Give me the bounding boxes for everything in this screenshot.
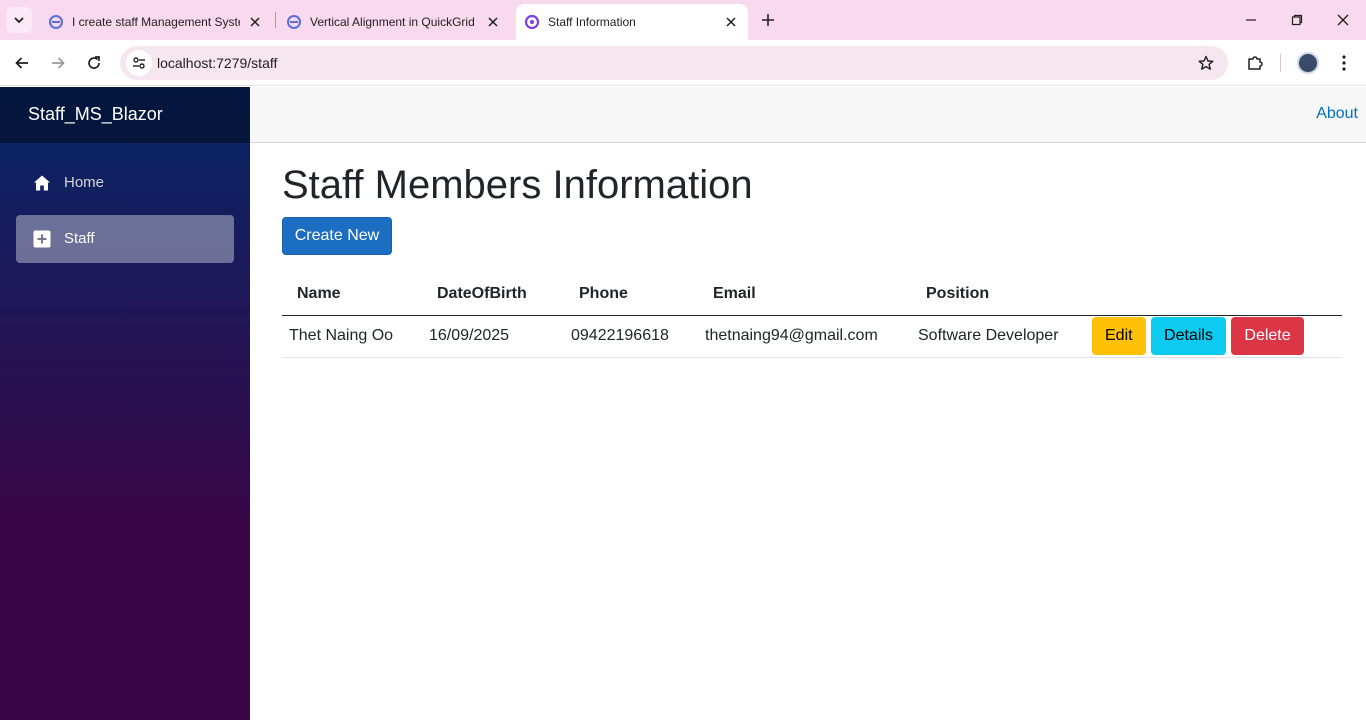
tab-title: I create staff Management Syste: [72, 15, 240, 29]
plus-icon: [762, 14, 774, 26]
home-icon: [32, 173, 52, 193]
close-icon[interactable]: [484, 13, 502, 31]
site-info-button[interactable]: [126, 50, 152, 76]
site-favicon-icon: [287, 15, 301, 29]
minimize-icon: [1246, 19, 1256, 21]
sidebar-item-home[interactable]: Home: [16, 159, 234, 207]
profile-avatar[interactable]: [1297, 52, 1319, 74]
site-favicon-icon: [49, 15, 63, 29]
restore-button[interactable]: [1285, 8, 1309, 32]
staff-table: Name DateOfBirth Phone Email Position Th…: [282, 273, 1342, 358]
tab-search-button[interactable]: [6, 7, 32, 33]
cell-dob: 16/09/2025: [422, 315, 564, 358]
edit-button[interactable]: Edit: [1092, 317, 1146, 355]
table-row: Thet Naing Oo 16/09/2025 09422196618 the…: [282, 315, 1342, 358]
minimize-button[interactable]: [1239, 8, 1263, 32]
tune-icon: [133, 57, 145, 69]
app-brand[interactable]: Staff_MS_Blazor: [28, 104, 163, 125]
bookmark-button[interactable]: [1196, 53, 1216, 73]
sidebar-item-label: Staff: [64, 230, 95, 247]
page-title: Staff Members Information: [282, 163, 753, 207]
details-button[interactable]: Details: [1151, 317, 1226, 355]
close-window-button[interactable]: [1331, 8, 1355, 32]
browser-tab[interactable]: Vertical Alignment in QuickGrid: [278, 4, 510, 40]
top-row: About: [250, 87, 1366, 143]
close-icon[interactable]: [246, 13, 264, 31]
toolbar-divider: [1280, 54, 1281, 72]
cell-name: Thet Naing Oo: [282, 315, 422, 358]
sidebar: Staff_MS_Blazor Home Staff: [0, 87, 250, 720]
plus-square-icon: [32, 229, 52, 249]
create-new-button[interactable]: Create New: [282, 217, 392, 255]
cell-email: thetnaing94@gmail.com: [698, 315, 911, 358]
chevron-down-icon: [14, 17, 24, 24]
about-link[interactable]: About: [1316, 105, 1358, 123]
sidebar-item-staff[interactable]: Staff: [16, 215, 234, 263]
tab-title: Vertical Alignment in QuickGrid: [310, 15, 475, 29]
browser-tab-active[interactable]: Staff Information: [516, 4, 748, 40]
cell-phone: 09422196618: [564, 315, 698, 358]
sidebar-item-label: Home: [64, 174, 105, 191]
reload-icon: [88, 56, 100, 69]
puzzle-icon: [1248, 56, 1263, 70]
table-header-row: Name DateOfBirth Phone Email Position: [282, 273, 1342, 316]
column-header-name[interactable]: Name: [282, 273, 422, 316]
back-button[interactable]: [8, 49, 36, 77]
browser-menu-button[interactable]: [1332, 51, 1356, 75]
browser-toolbar: localhost:7279/staff: [0, 40, 1366, 86]
delete-button[interactable]: Delete: [1231, 317, 1304, 355]
column-header-email[interactable]: Email: [698, 273, 911, 316]
close-icon[interactable]: [722, 13, 740, 31]
star-icon: [1198, 55, 1214, 70]
cell-position: Software Developer: [911, 315, 1089, 358]
restore-icon: [1291, 14, 1303, 26]
column-header-dob[interactable]: DateOfBirth: [422, 273, 564, 316]
column-header-position[interactable]: Position: [911, 273, 1089, 316]
main-content: About Staff Members Information Create N…: [250, 87, 1366, 720]
reload-button[interactable]: [80, 49, 108, 77]
extensions-button[interactable]: [1243, 51, 1267, 75]
app-root: Staff_MS_Blazor Home Staff About Staff M…: [0, 87, 1366, 720]
tab-title: Staff Information: [548, 15, 636, 29]
forward-button[interactable]: [44, 49, 72, 77]
cell-actions: Edit Details Delete: [1089, 315, 1342, 358]
column-header-phone[interactable]: Phone: [564, 273, 698, 316]
blazor-favicon-icon: [524, 14, 540, 30]
browser-tab[interactable]: I create staff Management Syste: [40, 4, 272, 40]
browser-tab-bar: I create staff Management Syste Vertical…: [0, 0, 1366, 40]
arrow-right-icon: [52, 57, 65, 69]
more-vert-icon: [1342, 55, 1346, 71]
tab-separator: [275, 12, 276, 28]
column-header-actions: [1089, 273, 1342, 316]
arrow-left-icon: [15, 57, 28, 69]
close-icon: [1337, 14, 1349, 26]
url-text[interactable]: localhost:7279/staff: [157, 55, 277, 71]
brand-bar: Staff_MS_Blazor: [0, 87, 250, 143]
new-tab-button[interactable]: [756, 8, 780, 32]
address-bar[interactable]: localhost:7279/staff: [120, 46, 1228, 80]
